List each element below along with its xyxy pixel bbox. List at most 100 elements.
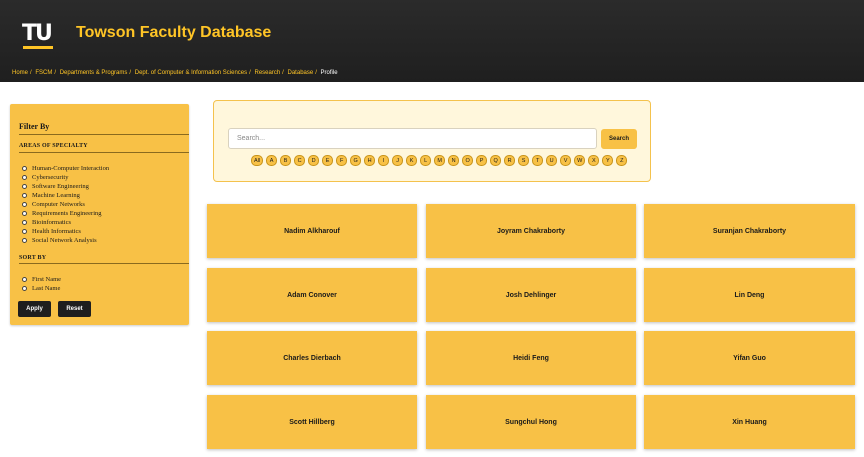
letter-filter[interactable]: H xyxy=(364,155,376,166)
towson-logo[interactable]: TU xyxy=(22,21,56,49)
faculty-card[interactable]: Suranjan Chakraborty xyxy=(644,204,855,258)
letter-filter[interactable]: A xyxy=(266,155,278,166)
search-panel: Search... Search All A B C D E F G H I J… xyxy=(213,100,651,182)
letter-filter-all[interactable]: All xyxy=(251,155,264,166)
letter-filter[interactable]: B xyxy=(280,155,292,166)
letter-filter[interactable]: M xyxy=(434,155,446,166)
letter-filter[interactable]: V xyxy=(560,155,572,166)
radio-button[interactable] xyxy=(22,211,27,216)
letter-filter[interactable]: O xyxy=(462,155,474,166)
letter-filter[interactable]: Y xyxy=(602,155,614,166)
radio-button[interactable] xyxy=(22,202,27,207)
search-input[interactable]: Search... xyxy=(228,128,597,149)
radio-button[interactable] xyxy=(22,193,27,198)
specialty-option[interactable]: Cybersecurity xyxy=(22,173,109,182)
letter-filter[interactable]: U xyxy=(546,155,558,166)
radio-button[interactable] xyxy=(22,229,27,234)
letter-filter[interactable]: W xyxy=(574,155,586,166)
breadcrumb-cis-dept[interactable]: Dept. of Computer & Information Sciences xyxy=(135,70,247,76)
letter-filter[interactable]: S xyxy=(518,155,530,166)
divider xyxy=(19,152,189,153)
specialty-heading: AREAS OF SPECIALTY xyxy=(19,143,88,149)
search-button[interactable]: Search xyxy=(601,129,637,149)
faculty-card[interactable]: Josh Dehlinger xyxy=(426,268,636,322)
faculty-card[interactable]: Joyram Chakraborty xyxy=(426,204,636,258)
faculty-card[interactable]: Adam Conover xyxy=(207,268,417,322)
sort-label: First Name xyxy=(32,276,62,283)
specialty-option[interactable]: Machine Learning xyxy=(22,191,109,200)
radio-button[interactable] xyxy=(22,166,27,171)
letter-filter[interactable]: F xyxy=(336,155,348,166)
letter-filter[interactable]: X xyxy=(588,155,600,166)
sort-heading: SORT BY xyxy=(19,255,47,261)
specialty-option[interactable]: Social Network Analysis xyxy=(22,236,109,245)
divider xyxy=(19,134,189,135)
faculty-card[interactable]: Yifan Guo xyxy=(644,331,855,385)
specialty-option[interactable]: Computer Networks xyxy=(22,200,109,209)
letter-filter[interactable]: N xyxy=(448,155,460,166)
sort-label: Last Name xyxy=(32,285,61,292)
radio-button[interactable] xyxy=(22,238,27,243)
faculty-card[interactable]: Lin Deng xyxy=(644,268,855,322)
site-title[interactable]: Towson Faculty Database xyxy=(76,24,271,42)
faculty-card[interactable]: Nadim Alkharouf xyxy=(207,204,417,258)
faculty-card[interactable]: Sungchul Hong xyxy=(426,395,636,449)
breadcrumb-departments[interactable]: Departments & Programs xyxy=(60,70,128,76)
letter-filter[interactable]: T xyxy=(532,155,544,166)
breadcrumb-separator: / xyxy=(30,70,32,76)
letter-filter[interactable]: Z xyxy=(616,155,628,166)
logo-text: TU xyxy=(22,21,53,46)
letter-filter[interactable]: Q xyxy=(490,155,502,166)
letter-filter[interactable]: D xyxy=(308,155,320,166)
letter-filter[interactable]: K xyxy=(406,155,418,166)
reset-button[interactable]: Reset xyxy=(58,301,91,317)
specialty-option[interactable]: Software Engineering xyxy=(22,182,109,191)
breadcrumb-separator: / xyxy=(282,70,284,76)
specialty-label: Health Informatics xyxy=(32,228,81,235)
breadcrumb-home[interactable]: Home xyxy=(12,70,28,76)
radio-button[interactable] xyxy=(22,175,27,180)
sort-option-first-name[interactable]: First Name xyxy=(22,275,61,284)
letter-filter[interactable]: J xyxy=(392,155,404,166)
breadcrumb-separator: / xyxy=(54,70,57,76)
letter-filter[interactable]: G xyxy=(350,155,362,166)
faculty-card[interactable]: Xin Huang xyxy=(644,395,855,449)
letter-filter[interactable]: E xyxy=(322,155,334,166)
letter-filter[interactable]: C xyxy=(294,155,306,166)
sort-list: First Name Last Name xyxy=(22,275,61,293)
radio-button[interactable] xyxy=(22,277,27,282)
specialty-list: Human-Computer Interaction Cybersecurity… xyxy=(22,164,109,245)
specialty-label: Software Engineering xyxy=(32,183,89,190)
specialty-label: Computer Networks xyxy=(32,201,85,208)
breadcrumb-database[interactable]: Database xyxy=(288,70,314,76)
specialty-option[interactable]: Requirements Engineering xyxy=(22,209,109,218)
letter-filter[interactable]: L xyxy=(420,155,432,166)
radio-button[interactable] xyxy=(22,184,27,189)
breadcrumb-separator: / xyxy=(315,70,317,76)
breadcrumb: Home / FSCM / Departments & Programs / Dept… xyxy=(12,70,338,76)
breadcrumb-research[interactable]: Research xyxy=(254,70,280,76)
specialty-label: Machine Learning xyxy=(32,192,80,199)
specialty-label: Bioinformatics xyxy=(32,219,71,226)
radio-button[interactable] xyxy=(22,286,27,291)
filter-sidebar: Filter By AREAS OF SPECIALTY Human-Compu… xyxy=(10,104,189,325)
radio-button[interactable] xyxy=(22,220,27,225)
specialty-option[interactable]: Health Informatics xyxy=(22,227,109,236)
specialty-option[interactable]: Human-Computer Interaction xyxy=(22,164,109,173)
faculty-card[interactable]: Scott Hillberg xyxy=(207,395,417,449)
faculty-card[interactable]: Heidi Feng xyxy=(426,331,636,385)
specialty-label: Human-Computer Interaction xyxy=(32,165,110,172)
breadcrumb-fscm[interactable]: FSCM xyxy=(35,70,52,76)
apply-button[interactable]: Apply xyxy=(18,301,51,317)
faculty-card[interactable]: Charles Dierbach xyxy=(207,331,417,385)
letter-filter[interactable]: R xyxy=(504,155,516,166)
sort-option-last-name[interactable]: Last Name xyxy=(22,284,61,293)
specialty-label: Requirements Engineering xyxy=(32,210,102,217)
letter-filter[interactable]: I xyxy=(378,155,390,166)
specialty-label: Cybersecurity xyxy=(32,174,69,181)
specialty-option[interactable]: Bioinformatics xyxy=(22,218,109,227)
breadcrumb-separator: / xyxy=(129,70,132,76)
letter-filter[interactable]: P xyxy=(476,155,488,166)
divider xyxy=(19,263,189,264)
breadcrumb-current: Profile xyxy=(320,70,338,76)
